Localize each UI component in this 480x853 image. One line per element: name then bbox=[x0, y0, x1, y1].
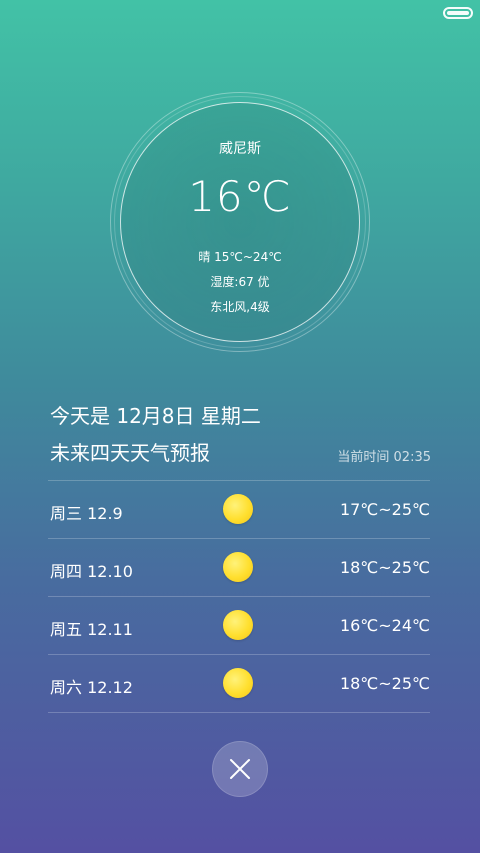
sun-icon bbox=[223, 552, 253, 582]
current-time: 当前时间 02:35 bbox=[337, 450, 431, 465]
forecast-row: 周四 12.10 18℃~25℃ bbox=[48, 538, 430, 596]
current-weather-circle: 威尼斯 16℃ 晴 15℃~24℃ 湿度:67 优 东北风,4级 bbox=[110, 92, 370, 352]
forecast-row: 周五 12.11 16℃~24℃ bbox=[48, 596, 430, 654]
close-icon bbox=[230, 759, 250, 779]
sun-icon bbox=[223, 668, 253, 698]
forecast-title: 未来四天天气预报 bbox=[50, 441, 210, 465]
humidity: 湿度:67 优 bbox=[210, 275, 270, 289]
wind: 东北风,4级 bbox=[210, 300, 270, 314]
forecast-range: 16℃~24℃ bbox=[339, 616, 430, 635]
sun-icon bbox=[223, 610, 253, 640]
current-temperature: 16℃ bbox=[188, 172, 292, 221]
today-date: 今天是 12月8日 星期二 bbox=[50, 404, 261, 428]
city-name: 威尼斯 bbox=[219, 141, 261, 157]
sun-icon bbox=[223, 494, 253, 524]
forecast-day: 周三 12.9 bbox=[50, 504, 123, 523]
forecast-row: 周六 12.12 18℃~25℃ bbox=[48, 654, 430, 713]
close-button[interactable] bbox=[212, 741, 268, 797]
forecast-range: 18℃~25℃ bbox=[339, 674, 430, 693]
battery-icon bbox=[443, 7, 473, 19]
forecast-day: 周六 12.12 bbox=[50, 678, 133, 697]
forecast-day: 周四 12.10 bbox=[50, 562, 133, 581]
forecast-range: 17℃~25℃ bbox=[339, 500, 430, 519]
condition-range: 晴 15℃~24℃ bbox=[198, 250, 282, 264]
forecast-list: 周三 12.9 17℃~25℃ 周四 12.10 18℃~25℃ 周五 12.1… bbox=[48, 480, 430, 713]
forecast-row: 周三 12.9 17℃~25℃ bbox=[48, 480, 430, 538]
forecast-day: 周五 12.11 bbox=[50, 620, 133, 639]
forecast-range: 18℃~25℃ bbox=[339, 558, 430, 577]
